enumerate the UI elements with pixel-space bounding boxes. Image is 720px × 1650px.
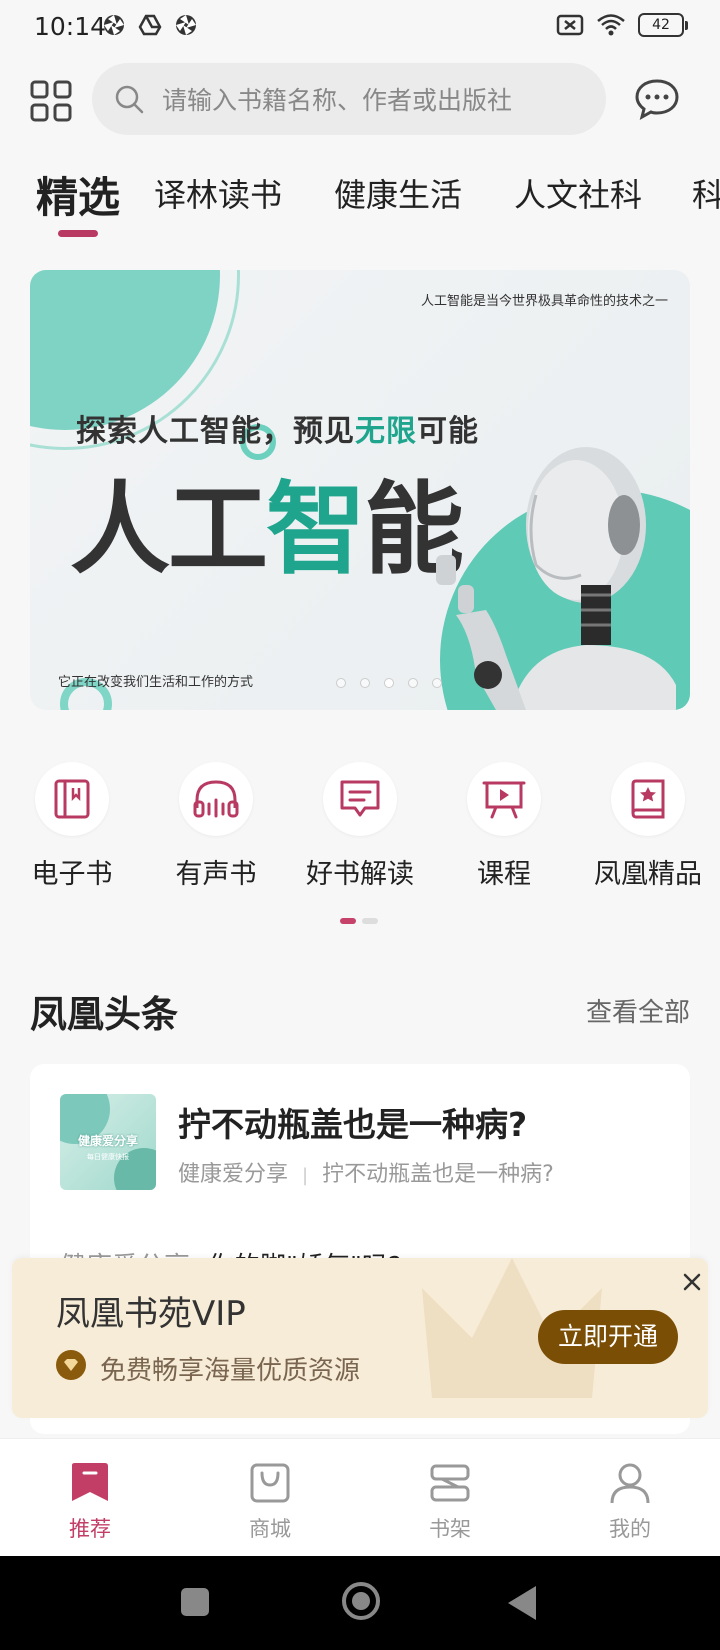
nav-label: 书架	[429, 1517, 471, 1541]
message-interpret-icon	[340, 780, 380, 817]
category-tabs: 精选 译林读书 健康生活 人文社科 科	[0, 160, 720, 240]
back-icon[interactable]	[508, 1586, 536, 1620]
vip-description: 免费畅享海量优质资源	[100, 1356, 361, 1386]
recommend-bookmark-icon	[72, 1463, 108, 1501]
banner-dot	[360, 678, 370, 688]
quick-link-audiobook[interactable]: 有声书	[144, 762, 288, 891]
quick-links-pagination	[340, 918, 378, 924]
wifi-icon	[597, 14, 625, 36]
nav-label: 我的	[609, 1517, 651, 1541]
ebook-icon	[54, 779, 90, 819]
search-input[interactable]: 请输入书籍名称、作者或出版社	[92, 63, 606, 135]
banner-pagination	[336, 678, 442, 688]
shopping-bag-icon	[250, 1463, 290, 1503]
banner-dot-active	[384, 678, 394, 688]
section-title: 凤凰头条	[30, 992, 178, 1036]
banner-top-line: 人工智能是当今世界极具革命性的技术之一	[420, 294, 668, 309]
home-icon[interactable]	[342, 1582, 380, 1620]
nav-profile[interactable]: 我的	[540, 1461, 720, 1543]
quick-link-courses[interactable]: 课程	[432, 762, 576, 891]
headline-summary: 拧不动瓶盖也是一种病?	[322, 1162, 554, 1187]
search-icon	[115, 85, 144, 114]
banner-dot	[432, 678, 442, 688]
page-dot-active	[340, 918, 356, 924]
quick-links: 电子书 有声书 好书解读 课程 凤凰精品	[0, 762, 720, 892]
tab-yilin[interactable]: 译林读书	[154, 170, 282, 216]
profile-icon	[610, 1463, 650, 1504]
headline-meta: 健康爱分享 | 拧不动瓶盖也是一种病?	[178, 1162, 554, 1187]
vip-subscribe-button[interactable]: 立即开通	[538, 1310, 678, 1364]
quick-link-label: 好书解读	[306, 859, 414, 890]
tab-humanities[interactable]: 人文社科	[514, 170, 642, 216]
star-book-icon	[631, 779, 665, 819]
quick-link-label: 凤凰精品	[594, 859, 702, 890]
banner-title: 人工智能	[70, 471, 464, 588]
banner-dot	[408, 678, 418, 688]
quick-link-label: 有声书	[175, 859, 257, 890]
nav-label: 推荐	[69, 1517, 111, 1541]
banner-bottom-line: 它正在改变我们生活和工作的方式	[58, 675, 254, 690]
nav-store[interactable]: 商城	[180, 1461, 360, 1543]
vip-diamond-icon	[56, 1350, 86, 1380]
drive-icon	[138, 14, 162, 36]
page-dot	[362, 918, 378, 924]
quick-link-label: 课程	[477, 859, 531, 890]
recent-apps-icon[interactable]	[181, 1588, 209, 1616]
robot-illustration	[436, 447, 676, 710]
quick-link-premium[interactable]: 凤凰精品	[576, 762, 720, 891]
no-sim-icon	[556, 14, 584, 36]
battery-icon: 42	[638, 13, 688, 37]
nav-label: 商城	[249, 1517, 291, 1541]
quick-link-label: 电子书	[31, 859, 113, 890]
status-bar: 10:14 42	[0, 0, 720, 54]
aperture-icon	[104, 15, 124, 35]
tab-featured[interactable]: 精选	[36, 164, 120, 225]
aperture-icon	[176, 15, 196, 35]
headphones-icon	[193, 780, 239, 818]
nav-recommend[interactable]: 推荐	[0, 1461, 180, 1543]
tab-indicator	[58, 230, 98, 237]
bottom-navigation: 推荐 商城 书架 我的	[0, 1438, 720, 1556]
tab-health[interactable]: 健康生活	[334, 170, 462, 216]
quick-link-book-interpretation[interactable]: 好书解读	[288, 762, 432, 891]
status-time: 10:14	[34, 12, 107, 41]
close-icon[interactable]	[678, 1268, 706, 1296]
category-grid-icon[interactable]	[30, 80, 72, 122]
status-notification-icons	[102, 13, 198, 37]
banner-dot	[336, 678, 346, 688]
status-system-icons: 42	[556, 13, 688, 37]
thumbnail-title: 健康爱分享	[77, 1134, 138, 1148]
message-icon[interactable]	[634, 78, 680, 120]
tab-science[interactable]: 科	[692, 170, 720, 216]
vip-promo-banner[interactable]: 凤凰书苑VIP 免费畅享海量优质资源 立即开通	[12, 1258, 708, 1418]
headline-title[interactable]: 拧不动瓶盖也是一种病?	[178, 1098, 527, 1146]
view-all-link[interactable]: 查看全部	[586, 992, 690, 1029]
bookshelf-icon	[430, 1464, 470, 1502]
course-board-icon	[482, 781, 526, 819]
thumbnail-subtitle: 每日健康快报	[87, 1153, 129, 1161]
promo-banner[interactable]: 人工智能是当今世界极具革命性的技术之一 探索人工智能，预见无限可能 人工智能 它…	[30, 270, 690, 710]
nav-bookshelf[interactable]: 书架	[360, 1461, 540, 1543]
headline-source: 健康爱分享	[178, 1162, 289, 1187]
search-placeholder: 请输入书籍名称、作者或出版社	[162, 86, 513, 115]
quick-link-ebook[interactable]: 电子书	[0, 762, 144, 891]
headline-thumbnail[interactable]: 健康爱分享 每日健康快报	[60, 1094, 156, 1190]
system-navigation-bar	[0, 1556, 720, 1650]
vip-title: 凤凰书苑VIP	[56, 1294, 246, 1334]
